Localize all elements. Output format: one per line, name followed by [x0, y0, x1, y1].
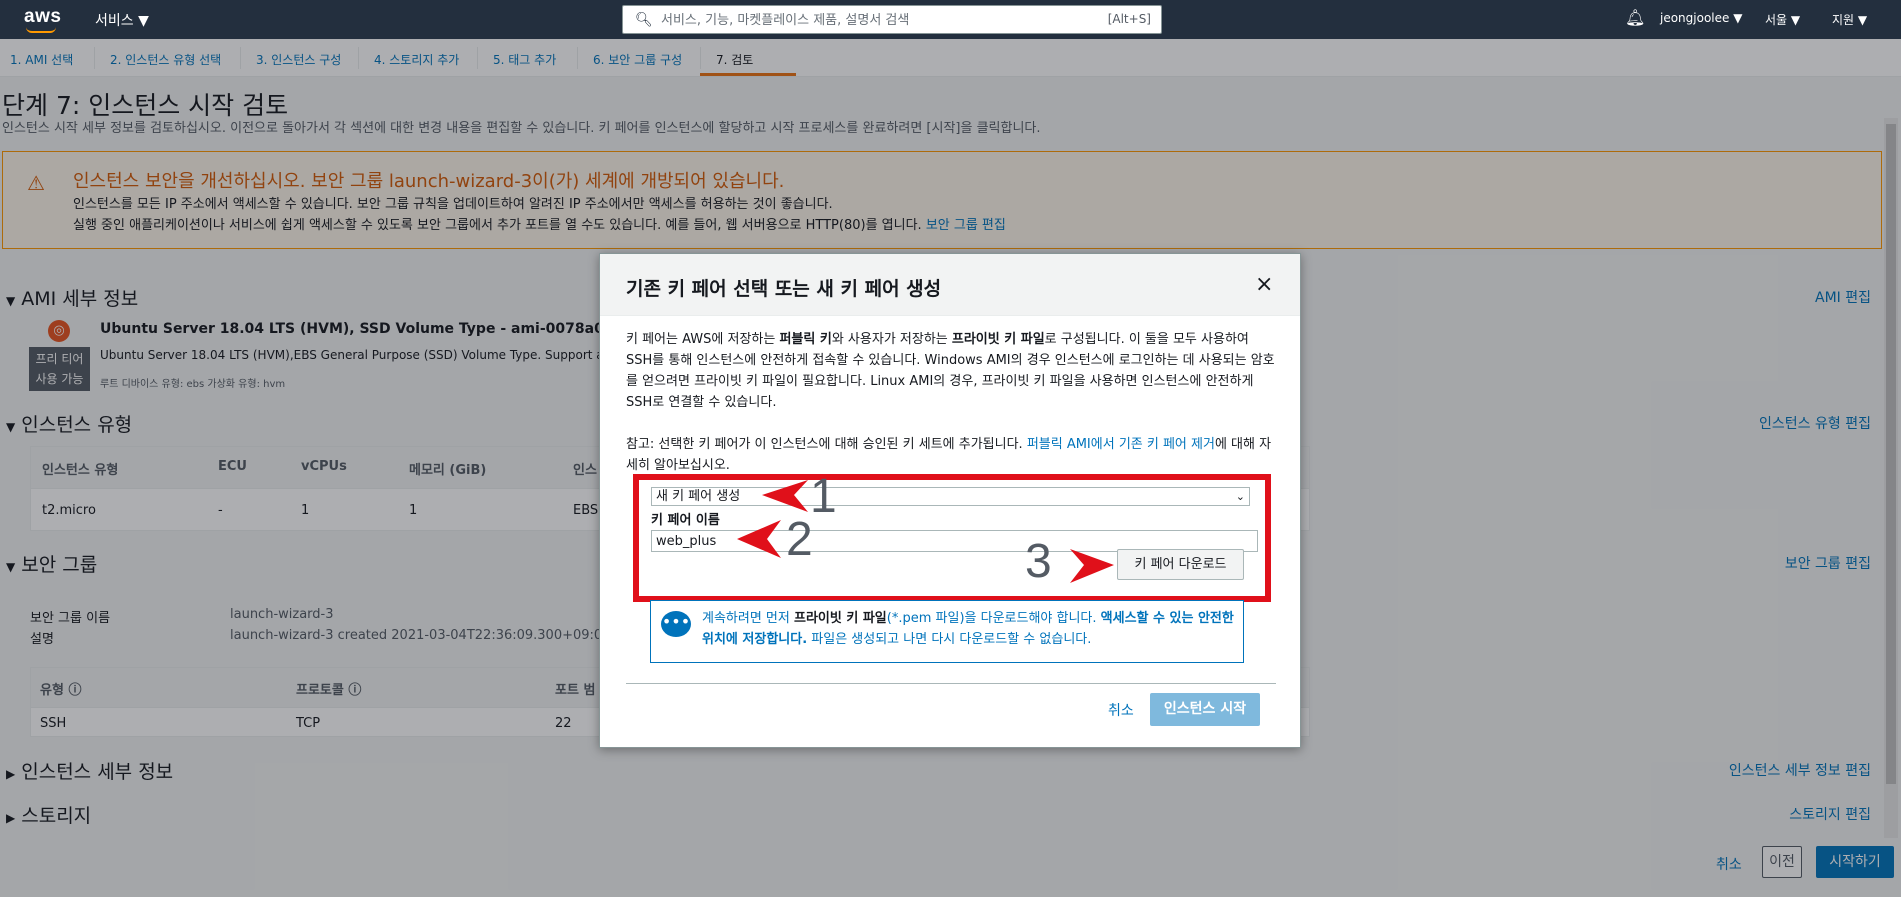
annotation-highlight-box — [633, 474, 1271, 602]
desc-bold: 프라이빗 키 파일 — [951, 332, 1045, 347]
account-menu[interactable]: jeongjoolee ▼ — [1660, 11, 1742, 25]
desc-bold: 퍼블릭 키 — [779, 332, 832, 347]
annotation-arrow-icon — [1070, 549, 1114, 583]
top-navigation: aws 서비스 ▼ 🔍︎ [Alt+S] 🔔︎ jeongjoolee ▼ 서울… — [0, 0, 1901, 39]
info-text-bold: 프라이빗 키 파일 — [794, 611, 887, 626]
close-icon[interactable]: × — [1255, 272, 1273, 297]
launch-instance-button[interactable]: 인스턴스 시작 — [1150, 693, 1260, 726]
bell-icon[interactable]: 🔔︎ — [1625, 8, 1645, 27]
dialog-cancel-link[interactable]: 취소 — [1108, 700, 1134, 720]
dialog-title: 기존 키 페어 선택 또는 새 키 페어 생성 — [626, 278, 942, 300]
dialog-divider — [626, 683, 1276, 684]
search-box[interactable]: 🔍︎ [Alt+S] — [622, 5, 1162, 34]
annotation-number: 2 — [786, 513, 813, 566]
support-menu[interactable]: 지원 ▼ — [1832, 11, 1867, 28]
info-text-part: (*.pem 파일)을 다운로드해야 합니다. — [886, 611, 1101, 626]
desc-text: 키 페어는 AWS에 저장하는 — [626, 332, 780, 347]
speech-bubble-icon: ••• — [661, 611, 691, 637]
download-info-box: ••• 계속하려면 먼저 프라이빗 키 파일(*.pem 파일)을 다운로드해야… — [650, 600, 1244, 663]
search-shortcut-hint: [Alt+S] — [1107, 12, 1151, 26]
note-text: 참고: 선택한 키 페어가 이 인스턴스에 대해 승인된 키 세트에 추가됩니다… — [626, 437, 1027, 452]
desc-text: 와 사용자가 저장하는 — [831, 332, 952, 347]
dialog-note: 참고: 선택한 키 페어가 이 인스턴스에 대해 승인된 키 세트에 추가됩니다… — [626, 434, 1276, 476]
services-menu[interactable]: 서비스 ▼ — [95, 10, 149, 30]
aws-logo[interactable]: aws — [24, 6, 61, 28]
annotation-number: 3 — [1025, 535, 1052, 588]
download-info-text: 계속하려면 먼저 프라이빗 키 파일(*.pem 파일)을 다운로드해야 합니다… — [702, 608, 1242, 650]
key-pair-dialog: 기존 키 페어 선택 또는 새 키 페어 생성 × 키 페어는 AWS에 저장하… — [599, 253, 1301, 748]
search-icon: 🔍︎ — [635, 12, 653, 28]
search-input[interactable] — [661, 10, 1061, 30]
region-menu[interactable]: 서울 ▼ — [1765, 11, 1800, 28]
remove-key-pair-link[interactable]: 퍼블릭 AMI에서 기존 키 페어 제거 — [1027, 437, 1215, 452]
info-text-part: 파일은 생성되고 나면 다시 다운로드할 수 없습니다. — [807, 632, 1092, 647]
aws-logo-smile — [26, 27, 56, 33]
dialog-header: 기존 키 페어 선택 또는 새 키 페어 생성 × — [600, 254, 1300, 316]
annotation-number: 1 — [810, 470, 837, 523]
dialog-description: 키 페어는 AWS에 저장하는 퍼블릭 키와 사용자가 저장하는 프라이빗 키 … — [626, 329, 1276, 413]
annotation-arrow-icon — [737, 520, 781, 558]
info-text-part: 계속하려면 먼저 — [702, 611, 794, 626]
